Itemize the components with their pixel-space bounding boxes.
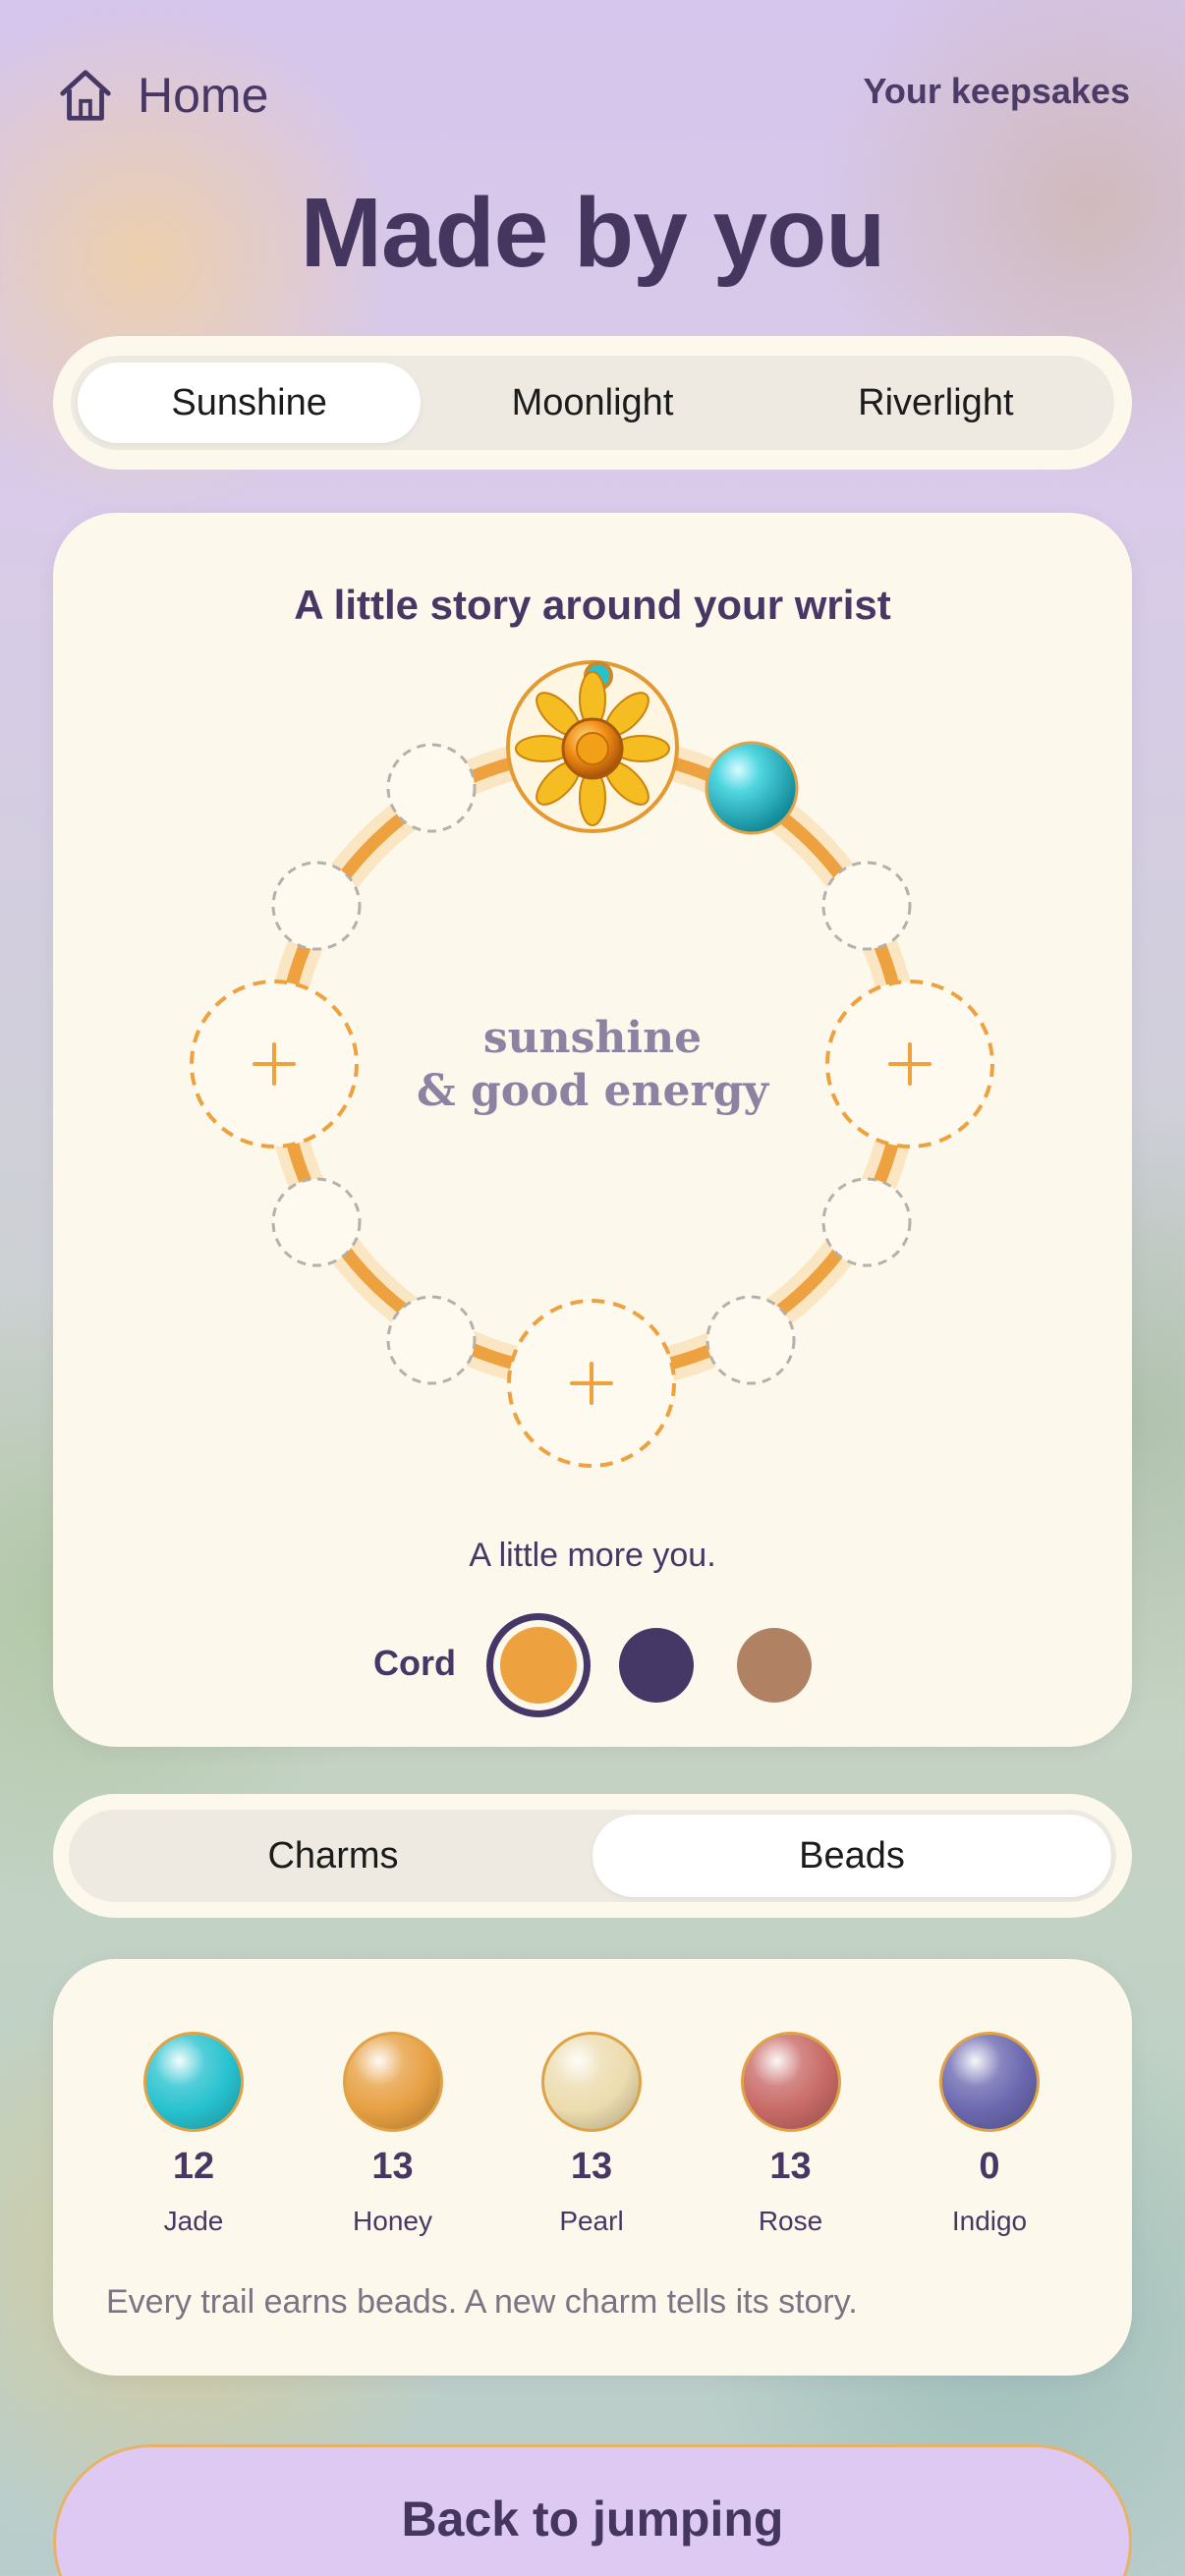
bead-name: Indigo <box>951 2206 1028 2236</box>
tab-riverlight[interactable]: Riverlight <box>764 363 1107 443</box>
back-to-jumping-button[interactable]: Back to jumping <box>53 2444 1132 2576</box>
bead-item-honey[interactable]: 13 Honey <box>319 2032 467 2248</box>
cord-color-orange[interactable] <box>486 1613 591 1717</box>
empty-bead-slot[interactable] <box>821 1177 912 1267</box>
tab-moonlight[interactable]: Moonlight <box>421 363 763 443</box>
empty-bead-slot[interactable] <box>271 861 362 951</box>
keepsakes-link[interactable]: Your keepsakes <box>864 71 1131 112</box>
bead-item-indigo[interactable]: 0 Indigo <box>916 2032 1063 2248</box>
bracelet-card: A little story around your wrist sunshin… <box>53 513 1132 1747</box>
back-to-jumping-label: Back to jumping <box>401 2492 784 2547</box>
bead-count: 13 <box>371 2146 414 2187</box>
empty-bead-slot[interactable] <box>271 1177 362 1267</box>
collection-tabs: Charms Beads <box>69 1810 1116 1902</box>
empty-bead-slot[interactable] <box>705 1295 796 1385</box>
bead-list: 12 Jade 13 Honey 13 Pearl 13 Rose 0 Indi… <box>120 2032 1063 2248</box>
theme-tabs: Sunshine Moonlight Riverlight <box>71 356 1114 450</box>
empty-bead-slot[interactable] <box>386 743 477 833</box>
bead-item-rose[interactable]: 13 Rose <box>717 2032 865 2248</box>
bracelet-message-line2: & good energy <box>416 1066 769 1116</box>
placed-jade-bead[interactable] <box>705 741 799 835</box>
bead-count: 0 <box>979 2146 1000 2187</box>
bead-item-pearl[interactable]: 13 Pearl <box>518 2032 665 2248</box>
sunflower-charm-icon[interactable] <box>506 660 679 833</box>
home-label: Home <box>138 68 269 123</box>
bead-name: Rose <box>758 2206 823 2236</box>
more-you-text: A little more you. <box>469 1537 716 1574</box>
page-title: Made by you <box>300 178 886 288</box>
tab-charms[interactable]: Charms <box>74 1815 592 1897</box>
bead-name: Honey <box>353 2206 432 2236</box>
bead-count: 12 <box>172 2146 215 2187</box>
pearl-bead-icon <box>541 2032 642 2132</box>
rose-bead-icon <box>740 2032 841 2132</box>
empty-bead-slot[interactable] <box>386 1295 477 1385</box>
cord-label: Cord <box>373 1643 456 1683</box>
bracelet-message: sunshine & good energy <box>53 1012 1132 1118</box>
beads-inventory-card: 12 Jade 13 Honey 13 Pearl 13 Rose 0 Indi… <box>53 1959 1132 2376</box>
cord-color-indigo[interactable] <box>619 1628 694 1703</box>
bead-count: 13 <box>570 2146 613 2187</box>
tab-beads[interactable]: Beads <box>592 1815 1111 1897</box>
home-link[interactable]: Home <box>55 61 268 130</box>
cord-color-brown[interactable] <box>737 1628 812 1703</box>
bracelet-message-line1: sunshine <box>482 1013 703 1063</box>
bead-name: Jade <box>163 2206 224 2236</box>
honey-bead-icon <box>342 2032 443 2132</box>
empty-bead-slot[interactable] <box>821 861 912 951</box>
beads-hint: Every trail earns beads. A new charm tel… <box>106 2283 858 2321</box>
theme-selector: Sunshine Moonlight Riverlight <box>53 336 1132 470</box>
collection-selector: Charms Beads <box>53 1794 1132 1918</box>
indigo-bead-icon <box>939 2032 1040 2132</box>
bead-item-jade[interactable]: 12 Jade <box>120 2032 267 2248</box>
bead-count: 13 <box>769 2146 812 2187</box>
tab-sunshine[interactable]: Sunshine <box>78 363 422 443</box>
jade-bead-icon <box>143 2032 244 2132</box>
bead-name: Pearl <box>559 2206 624 2236</box>
home-icon <box>60 70 111 121</box>
add-charm-slot-bottom[interactable] <box>507 1299 676 1468</box>
